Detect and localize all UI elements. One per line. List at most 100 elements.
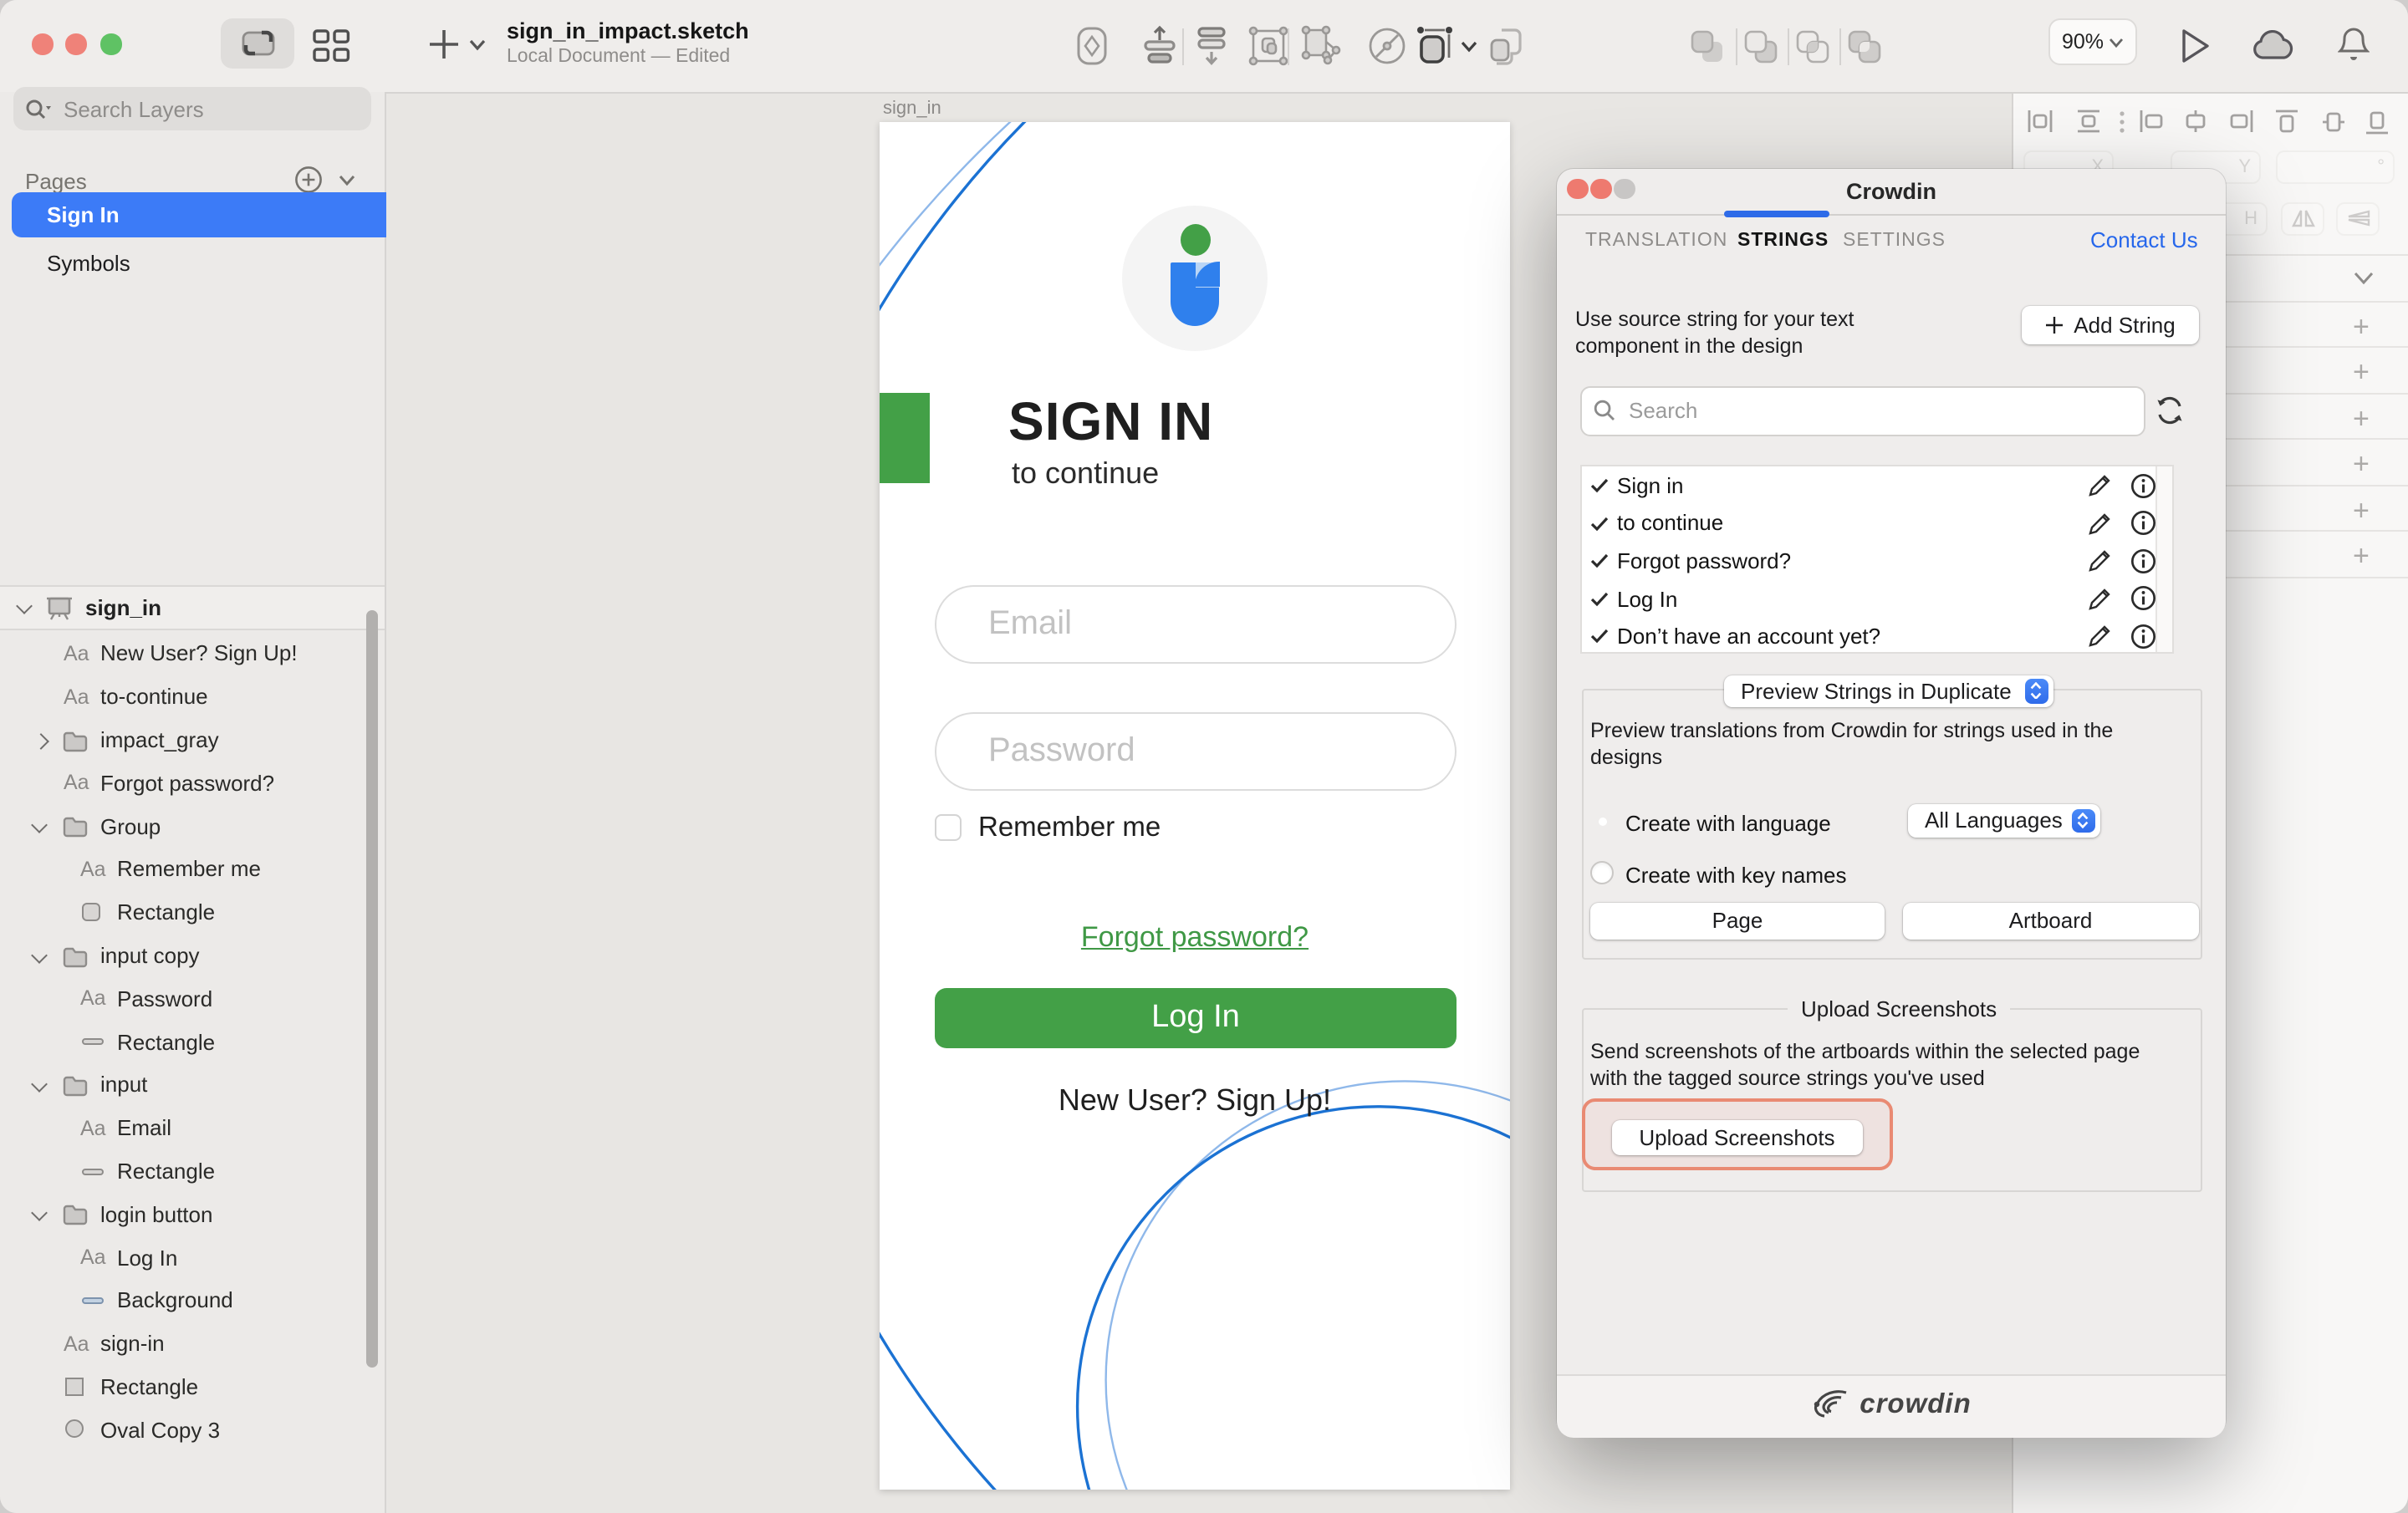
collapse-chevron-icon[interactable] — [31, 1205, 48, 1222]
align-middle-vertical-icon[interactable] — [2321, 109, 2346, 135]
artboard-tree-header[interactable]: sign_in — [0, 585, 385, 630]
artboard-button[interactable]: Artboard — [1903, 903, 2198, 939]
sign-in-subheading[interactable]: to continue — [1012, 456, 1159, 492]
email-field[interactable]: Email — [935, 585, 1457, 664]
layer-search-field[interactable] — [13, 87, 371, 130]
add-style-button plus-icon[interactable]: + — [2353, 540, 2370, 573]
align-top-icon[interactable] — [2274, 109, 2299, 135]
subtract-button[interactable] — [1742, 28, 1779, 65]
log-in-button[interactable]: Log In — [935, 988, 1457, 1048]
zoom-window-button[interactable] — [100, 33, 121, 54]
union-button[interactable] — [1689, 28, 1726, 65]
align-bottom-icon[interactable] — [2365, 109, 2390, 135]
crowdin-plugin-window[interactable]: Crowdin TRANSLATION STRINGS SETTINGS Con… — [1557, 169, 2226, 1436]
ungroup-button[interactable] — [1296, 23, 1343, 69]
intersect-button[interactable] — [1794, 28, 1831, 65]
edit-shape-button[interactable] — [1365, 23, 1410, 69]
add-style-button plus-icon[interactable]: + — [2353, 311, 2370, 344]
remember-me-label[interactable]: Remember me — [978, 813, 1161, 844]
green-accent-rect[interactable] — [880, 393, 930, 483]
sidebar-scrollbar[interactable] — [366, 610, 378, 1368]
collapse-chevron-icon[interactable] — [16, 597, 33, 614]
add-style-button plus-icon[interactable]: + — [2353, 495, 2370, 528]
edit-pencil-icon[interactable] — [2087, 624, 2112, 650]
sign-up-text[interactable]: New User? Sign Up! — [880, 1083, 1510, 1118]
add-style-button plus-icon[interactable]: + — [2353, 356, 2370, 390]
layer-row[interactable]: Email — [0, 1107, 366, 1150]
layer-row[interactable]: sign-in — [0, 1322, 366, 1366]
link-data-button[interactable] — [1488, 23, 1525, 69]
add-page-button plus-circle-icon[interactable] — [294, 166, 323, 194]
pages-collapse-chevron-icon[interactable] — [338, 174, 356, 187]
collapse-chevron-icon[interactable] — [31, 946, 48, 963]
create-symbol-button symbol-icon[interactable] — [1075, 25, 1109, 67]
sign-in-heading[interactable]: SIGN IN — [1008, 391, 1213, 453]
create-with-key-names-label[interactable]: Create with key names — [1625, 863, 1846, 888]
refresh-icon[interactable] — [2154, 395, 2186, 426]
create-with-key-names-radio[interactable] — [1590, 861, 1614, 884]
send-backward-button[interactable] — [1191, 23, 1232, 69]
edit-pencil-icon[interactable] — [2087, 473, 2112, 498]
layer-row[interactable]: Forgot password? — [0, 762, 366, 805]
password-field[interactable]: Password — [935, 712, 1457, 791]
sidebar-page-symbols[interactable]: Symbols — [0, 242, 431, 284]
crowdin-search-input[interactable] — [1625, 397, 2132, 425]
collapse-chevron-icon[interactable] — [31, 817, 48, 833]
difference-button[interactable] — [1846, 28, 1883, 65]
layer-row[interactable]: login button — [0, 1193, 366, 1236]
edit-pencil-icon[interactable] — [2087, 548, 2112, 573]
close-button[interactable] — [32, 33, 53, 54]
artboard-sign-in[interactable]: SIGN IN to continue Email Password Remem… — [880, 122, 1510, 1490]
layer-row[interactable]: Rectangle — [0, 1365, 366, 1409]
page-button[interactable]: Page — [1590, 903, 1885, 939]
insert-button plus-icon[interactable] — [426, 27, 462, 62]
forgot-password-link[interactable]: Forgot password? — [880, 921, 1510, 955]
info-icon[interactable] — [2130, 472, 2156, 498]
tab-translation[interactable]: TRANSLATION — [1585, 231, 1727, 251]
layer-row[interactable]: input — [0, 1063, 366, 1107]
edit-pencil-icon[interactable] — [2087, 587, 2112, 612]
add-style-button plus-icon[interactable]: + — [2353, 403, 2370, 436]
align-center-horizontal-icon[interactable] — [2182, 109, 2209, 134]
distribute-horizontally-icon[interactable] — [2027, 109, 2053, 134]
add-string-button[interactable]: Add String — [2022, 306, 2199, 344]
string-row[interactable]: Sign in — [1582, 466, 2171, 504]
add-style-button plus-icon[interactable]: + — [2353, 448, 2370, 481]
layer-row[interactable]: input copy — [0, 934, 366, 977]
language-dropdown[interactable]: All Languages — [1908, 804, 2100, 837]
preview-button play-icon[interactable] — [2179, 27, 2212, 65]
resize-chevron-icon[interactable] — [1460, 40, 1478, 53]
info-icon[interactable] — [2130, 586, 2156, 612]
layer-row[interactable]: Rectangle — [0, 891, 366, 935]
section-collapse-chevron-icon[interactable] — [2353, 271, 2375, 286]
crowdin-search-field[interactable] — [1580, 386, 2145, 436]
string-row[interactable]: to continue — [1582, 504, 2171, 542]
edit-pencil-icon[interactable] — [2087, 511, 2112, 536]
layer-row[interactable]: Password — [0, 977, 366, 1021]
insert-chevron-icon[interactable] — [468, 38, 487, 52]
cloud-share-button cloud-icon[interactable] — [2251, 28, 2296, 62]
layer-row[interactable]: Rectangle — [0, 1020, 366, 1063]
tab-strings[interactable]: STRINGS — [1737, 231, 1829, 251]
layer-row[interactable]: Group — [0, 804, 366, 848]
resize-constraints-button[interactable] — [1415, 23, 1455, 69]
sidebar-page-sign-in[interactable]: Sign In — [12, 192, 408, 237]
artboard-canvas-label[interactable]: sign_in — [883, 99, 941, 119]
search-layers-input[interactable] — [60, 94, 360, 123]
layer-row[interactable]: impact_gray — [0, 718, 366, 762]
info-icon[interactable] — [2130, 510, 2156, 536]
layer-row[interactable]: Background — [0, 1279, 366, 1322]
components-view-toggle grid-icon[interactable] — [311, 25, 353, 67]
collapse-chevron-icon[interactable] — [31, 1076, 48, 1093]
layer-row[interactable]: Log In — [0, 1235, 366, 1279]
bring-forward-button[interactable] — [1139, 23, 1181, 69]
align-left-icon[interactable] — [2139, 109, 2166, 134]
layer-row[interactable]: Oval Copy 3 — [0, 1409, 366, 1452]
expand-chevron-icon[interactable] — [33, 732, 49, 749]
string-row[interactable]: Forgot password? — [1582, 542, 2171, 579]
distribute-vertically-icon[interactable] — [2075, 109, 2102, 134]
tab-settings[interactable]: SETTINGS — [1843, 231, 1946, 251]
string-row[interactable]: Don’t have an account yet? — [1582, 618, 2171, 655]
string-row[interactable]: Log In — [1582, 580, 2171, 618]
notifications-button bell-icon[interactable] — [2338, 25, 2370, 67]
